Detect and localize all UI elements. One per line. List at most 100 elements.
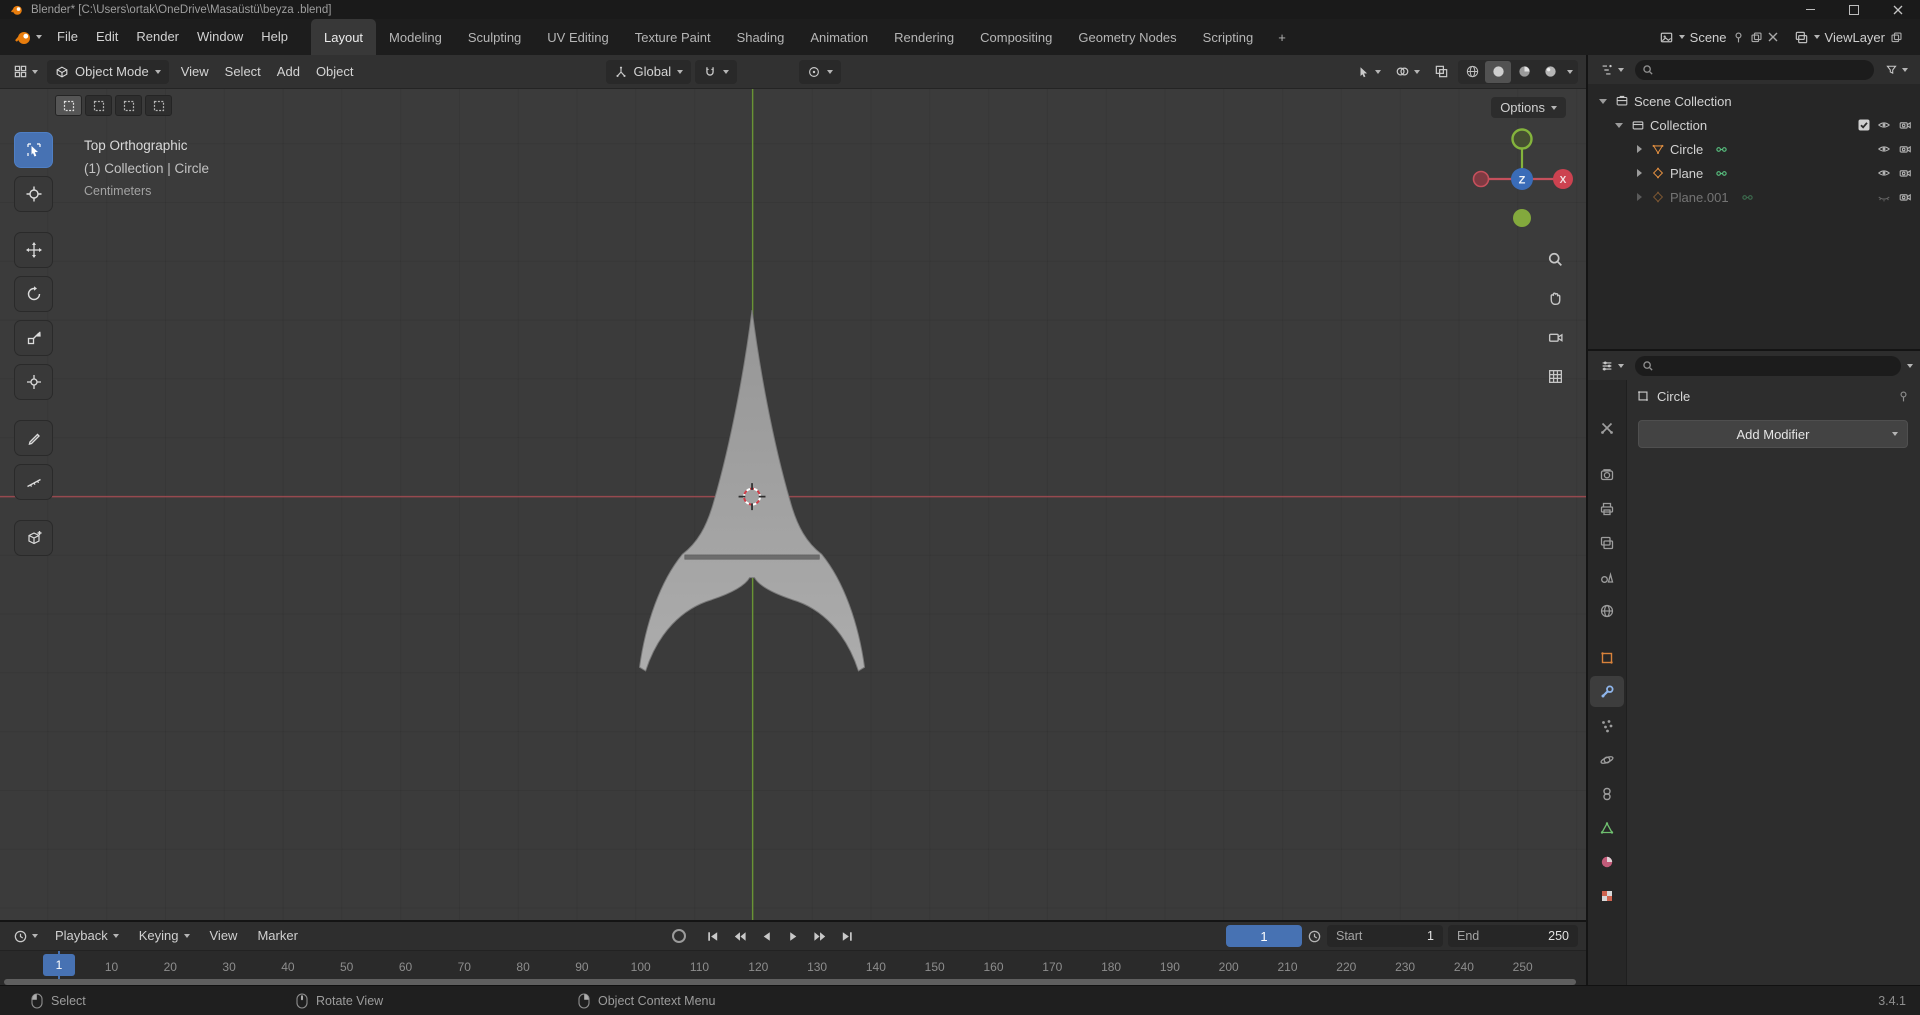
- workspace-tab[interactable]: Geometry Nodes: [1065, 19, 1189, 55]
- hide-eye-icon[interactable]: [1877, 142, 1891, 156]
- annotate-tool[interactable]: [14, 420, 53, 456]
- timeline-tick[interactable]: 130: [807, 960, 827, 974]
- jump-to-end-button[interactable]: [836, 926, 860, 946]
- tab-texture[interactable]: [1590, 880, 1624, 911]
- tab-object-data[interactable]: [1590, 812, 1624, 843]
- jump-to-start-button[interactable]: [701, 926, 725, 946]
- plane-edge[interactable]: [684, 554, 820, 560]
- timeline-tick[interactable]: 140: [866, 960, 886, 974]
- timeline-editor-type-button[interactable]: [8, 927, 43, 946]
- disable-render-camera-icon[interactable]: [1898, 190, 1912, 204]
- timeline-tick[interactable]: 30: [222, 960, 235, 974]
- pin-icon[interactable]: [1897, 390, 1910, 403]
- view-menu[interactable]: View: [202, 924, 246, 948]
- tab-output[interactable]: [1590, 493, 1624, 524]
- viewport-menu-item[interactable]: View: [173, 60, 217, 84]
- timeline-tick[interactable]: 80: [516, 960, 529, 974]
- timeline-tick[interactable]: 190: [1160, 960, 1180, 974]
- workspace-tab[interactable]: Sculpting: [455, 19, 534, 55]
- menu-item[interactable]: Help: [252, 24, 297, 50]
- navigation-gizmo[interactable]: X Z: [1466, 124, 1578, 236]
- hide-eye-icon[interactable]: [1877, 118, 1891, 132]
- timeline-tick[interactable]: 200: [1219, 960, 1239, 974]
- transform-orientation-dropdown[interactable]: Global: [605, 59, 692, 84]
- prev-keyframe-button[interactable]: [728, 926, 752, 946]
- rotate-tool[interactable]: [14, 276, 53, 312]
- timeline-tick[interactable]: 170: [1042, 960, 1062, 974]
- timeline-tick[interactable]: 150: [925, 960, 945, 974]
- workspace-tab[interactable]: Rendering: [881, 19, 967, 55]
- timeline-tick[interactable]: 100: [631, 960, 651, 974]
- current-frame-field[interactable]: 1: [1226, 925, 1302, 947]
- timeline-tick[interactable]: 220: [1336, 960, 1356, 974]
- timeline-tick[interactable]: 250: [1513, 960, 1533, 974]
- select-mode-subtract-button[interactable]: [115, 95, 142, 116]
- mode-dropdown[interactable]: Object Mode: [47, 59, 169, 84]
- tab-particles[interactable]: [1590, 710, 1624, 741]
- scene-selector[interactable]: Scene: [1652, 30, 1785, 45]
- shading-wireframe-button[interactable]: [1459, 61, 1485, 83]
- workspace-tab[interactable]: Modeling: [376, 19, 455, 55]
- camera-view-button[interactable]: [1540, 322, 1570, 352]
- shading-rendered-button[interactable]: [1537, 61, 1563, 83]
- outliner-filter-button[interactable]: [1880, 61, 1913, 78]
- select-mode-invert-button[interactable]: [145, 95, 172, 116]
- menu-item[interactable]: File: [48, 24, 87, 50]
- snap-toggle[interactable]: [695, 59, 738, 84]
- tab-tool[interactable]: [1590, 412, 1624, 443]
- show-gizmo-toggle[interactable]: [1352, 63, 1386, 81]
- new-view-layer-icon[interactable]: [1890, 31, 1903, 44]
- hide-eye-closed-icon[interactable]: [1877, 190, 1891, 204]
- viewport-canvas[interactable]: Options Top Orthographic (1) Collection …: [0, 88, 1586, 920]
- tab-modifiers[interactable]: [1590, 676, 1624, 707]
- add-modifier-button[interactable]: Add Modifier: [1638, 420, 1908, 448]
- menu-item[interactable]: Edit: [87, 24, 127, 50]
- measure-tool[interactable]: [14, 464, 53, 500]
- overlays-toggle[interactable]: [1390, 62, 1425, 81]
- disable-render-camera-icon[interactable]: [1898, 118, 1912, 132]
- tab-render[interactable]: [1590, 459, 1624, 490]
- grid-toggle-button[interactable]: [1540, 361, 1570, 391]
- timeline-tick[interactable]: 70: [458, 960, 471, 974]
- timeline-tick[interactable]: 120: [748, 960, 768, 974]
- timeline-tick[interactable]: 160: [983, 960, 1003, 974]
- select-mode-extend-button[interactable]: [85, 95, 112, 116]
- scale-tool[interactable]: [14, 320, 53, 356]
- timeline-tick[interactable]: 90: [575, 960, 588, 974]
- select-mode-new-button[interactable]: [55, 95, 82, 116]
- maximize-button[interactable]: [1832, 0, 1876, 19]
- cursor-tool[interactable]: [14, 176, 53, 212]
- add-cube-tool[interactable]: [14, 520, 53, 556]
- options-dropdown[interactable]: Options: [1491, 97, 1566, 118]
- tab-world[interactable]: [1590, 595, 1624, 626]
- workspace-tab[interactable]: UV Editing: [534, 19, 621, 55]
- properties-editor-type-button[interactable]: [1595, 357, 1629, 375]
- timeline-tick[interactable]: 210: [1277, 960, 1297, 974]
- outliner-row-plane-001[interactable]: Plane.001: [1588, 185, 1920, 209]
- tab-constraints[interactable]: [1590, 778, 1624, 809]
- shading-material-button[interactable]: [1511, 61, 1537, 83]
- timeline-tick[interactable]: 50: [340, 960, 353, 974]
- outliner-editor-type-button[interactable]: [1595, 61, 1629, 79]
- end-frame-field[interactable]: End 250: [1448, 925, 1578, 947]
- minimize-button[interactable]: [1788, 0, 1832, 19]
- menu-item[interactable]: Window: [188, 24, 252, 50]
- viewport-menu-item[interactable]: Add: [269, 60, 308, 84]
- menu-item[interactable]: Render: [127, 24, 188, 50]
- timeline-tick[interactable]: 240: [1454, 960, 1474, 974]
- next-keyframe-button[interactable]: [809, 926, 833, 946]
- tab-physics[interactable]: [1590, 744, 1624, 775]
- editor-type-button[interactable]: [8, 62, 43, 81]
- use-preview-range-icon[interactable]: [1307, 929, 1322, 944]
- timeline-tick[interactable]: 40: [281, 960, 294, 974]
- pan-button[interactable]: [1540, 283, 1570, 313]
- close-button[interactable]: [1876, 0, 1920, 19]
- workspace-tab[interactable]: Compositing: [967, 19, 1065, 55]
- marker-menu[interactable]: Marker: [249, 924, 305, 948]
- timeline-tick[interactable]: 20: [164, 960, 177, 974]
- play-button[interactable]: [782, 926, 806, 946]
- workspace-tab[interactable]: Scripting: [1190, 19, 1267, 55]
- workspace-tab[interactable]: Animation: [797, 19, 881, 55]
- tab-material[interactable]: [1590, 846, 1624, 877]
- zoom-button[interactable]: [1540, 244, 1570, 274]
